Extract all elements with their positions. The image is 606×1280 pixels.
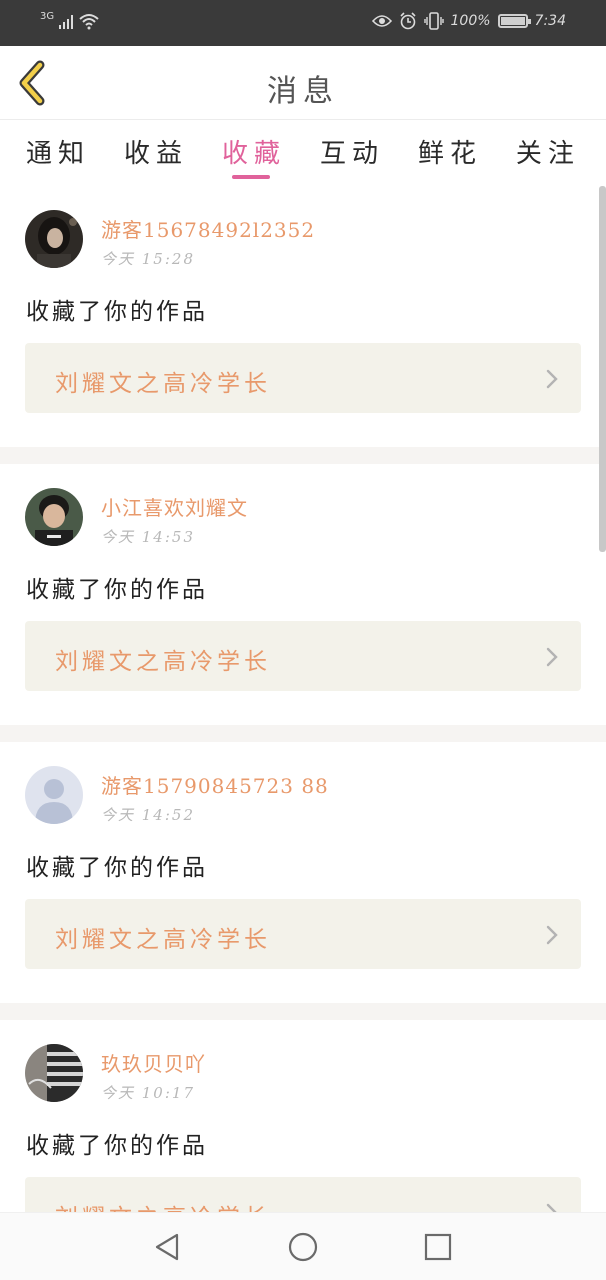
nav-recents-button[interactable]: [422, 1231, 454, 1263]
chevron-right-icon: [546, 1203, 557, 1212]
list-item: 小江喜欢刘耀文 今天 14:53 收藏了你的作品 刘耀文之高冷学长: [0, 464, 606, 725]
square-recents-icon: [424, 1233, 452, 1261]
avatar[interactable]: [25, 1044, 83, 1102]
timestamp: 今天 14:52: [101, 806, 195, 824]
timestamp: 今天 15:28: [101, 250, 195, 268]
alarm-icon: [399, 12, 416, 30]
tab-flowers[interactable]: 鲜花: [418, 121, 482, 185]
nav-home-button[interactable]: [287, 1231, 319, 1263]
work-link[interactable]: 刘耀文之高冷学长: [25, 621, 581, 691]
divider: [0, 447, 606, 464]
status-bar: 3G 100% 7:34: [0, 0, 606, 46]
screen: 3G 100% 7:34 消息 通知 收益 收藏 互动 鲜花 关注 游客1567…: [0, 0, 606, 1280]
chevron-right-icon: [546, 369, 558, 389]
username[interactable]: 小江喜欢刘耀文: [101, 492, 248, 521]
tab-bar: 通知 收益 收藏 互动 鲜花 关注: [0, 121, 606, 185]
signal-icon: [59, 15, 74, 29]
status-left: 3G: [40, 12, 100, 30]
wifi-icon: [79, 14, 99, 30]
triangle-back-icon: [155, 1233, 179, 1261]
message-text: 收藏了你的作品: [26, 1133, 208, 1159]
tab-follows[interactable]: 关注: [516, 121, 580, 185]
status-right: 100% 7:34: [371, 12, 566, 30]
username[interactable]: 玖玖贝贝吖: [101, 1048, 206, 1077]
avatar[interactable]: [25, 488, 83, 546]
battery-percent: 100%: [450, 13, 491, 29]
scrollbar[interactable]: [599, 186, 606, 552]
work-link[interactable]: 刘耀文之高冷学长: [25, 343, 581, 413]
list-item: 玖玖贝贝吖 今天 10:17 收藏了你的作品 刘耀文之高冷学长: [0, 1020, 606, 1212]
clock: 7:34: [534, 13, 566, 29]
tab-earnings[interactable]: 收益: [124, 121, 188, 185]
timestamp: 今天 14:53: [101, 528, 195, 546]
tab-favorites[interactable]: 收藏: [222, 121, 286, 185]
username[interactable]: 游客15790845723 88: [101, 770, 329, 799]
message-text: 收藏了你的作品: [26, 299, 208, 325]
message-text: 收藏了你的作品: [26, 855, 208, 881]
eye-icon: [371, 15, 392, 27]
work-title: 刘耀文之高冷学长: [55, 371, 271, 397]
timestamp: 今天 10:17: [101, 1084, 195, 1102]
system-nav-bar: [0, 1212, 606, 1280]
network-type: 3G: [40, 11, 55, 22]
work-title: 刘耀文之高冷学长: [55, 1198, 271, 1212]
divider: [0, 725, 606, 742]
favorites-feed[interactable]: 游客15678492l2352 今天 15:28 收藏了你的作品 刘耀文之高冷学…: [0, 186, 606, 1212]
header: 消息: [0, 46, 606, 120]
work-link[interactable]: 刘耀文之高冷学长: [25, 899, 581, 969]
message-text: 收藏了你的作品: [26, 577, 208, 603]
chevron-right-icon: [546, 647, 558, 667]
list-item: 游客15678492l2352 今天 15:28 收藏了你的作品 刘耀文之高冷学…: [0, 186, 606, 447]
username[interactable]: 游客15678492l2352: [101, 214, 315, 243]
battery-icon: [497, 14, 531, 28]
default-avatar[interactable]: [25, 766, 83, 824]
circle-home-icon: [288, 1232, 318, 1262]
vibrate-icon: [423, 12, 444, 30]
divider: [0, 1003, 606, 1020]
chevron-right-icon: [546, 925, 558, 945]
list-item: 游客15790845723 88 今天 14:52 收藏了你的作品 刘耀文之高冷…: [0, 742, 606, 1003]
work-title: 刘耀文之高冷学长: [55, 927, 271, 953]
tab-interactions[interactable]: 互动: [320, 121, 384, 185]
work-link[interactable]: 刘耀文之高冷学长: [25, 1177, 581, 1212]
page-title: 消息: [267, 74, 339, 109]
tab-notifications[interactable]: 通知: [26, 121, 90, 185]
avatar[interactable]: [25, 210, 83, 268]
work-title: 刘耀文之高冷学长: [55, 649, 271, 675]
nav-back-button[interactable]: [152, 1231, 184, 1263]
